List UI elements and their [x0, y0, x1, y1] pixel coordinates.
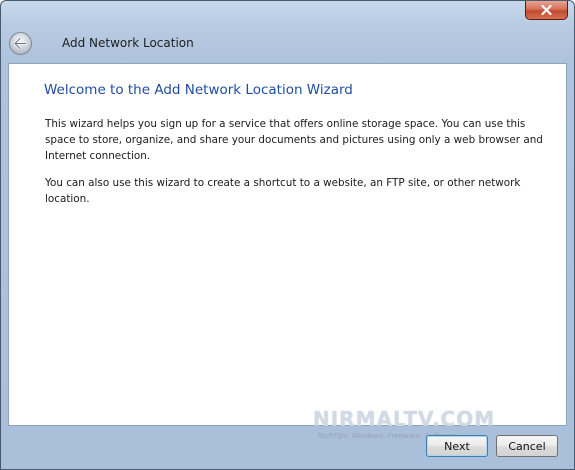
shortcut-paragraph: You can also use this wizard to create a…	[45, 177, 521, 205]
wizard-footer: Next Cancel	[1, 426, 574, 469]
intro-paragraph: This wizard helps you sign up for a serv…	[45, 118, 543, 162]
close-x-icon	[541, 5, 552, 15]
wizard-content-panel: Welcome to the Add Network Location Wiza…	[8, 63, 567, 426]
next-button[interactable]: Next	[426, 435, 488, 457]
wizard-window: Add Network Location Welcome to the Add …	[0, 0, 575, 470]
title-bar: Add Network Location	[1, 1, 574, 63]
wizard-heading: Welcome to the Add Network Location Wiza…	[44, 82, 353, 98]
cancel-button[interactable]: Cancel	[496, 435, 558, 457]
back-button[interactable]	[9, 32, 32, 55]
close-button[interactable]	[525, 1, 568, 20]
window-title: Add Network Location	[62, 36, 194, 50]
back-arrow-icon	[14, 38, 27, 49]
